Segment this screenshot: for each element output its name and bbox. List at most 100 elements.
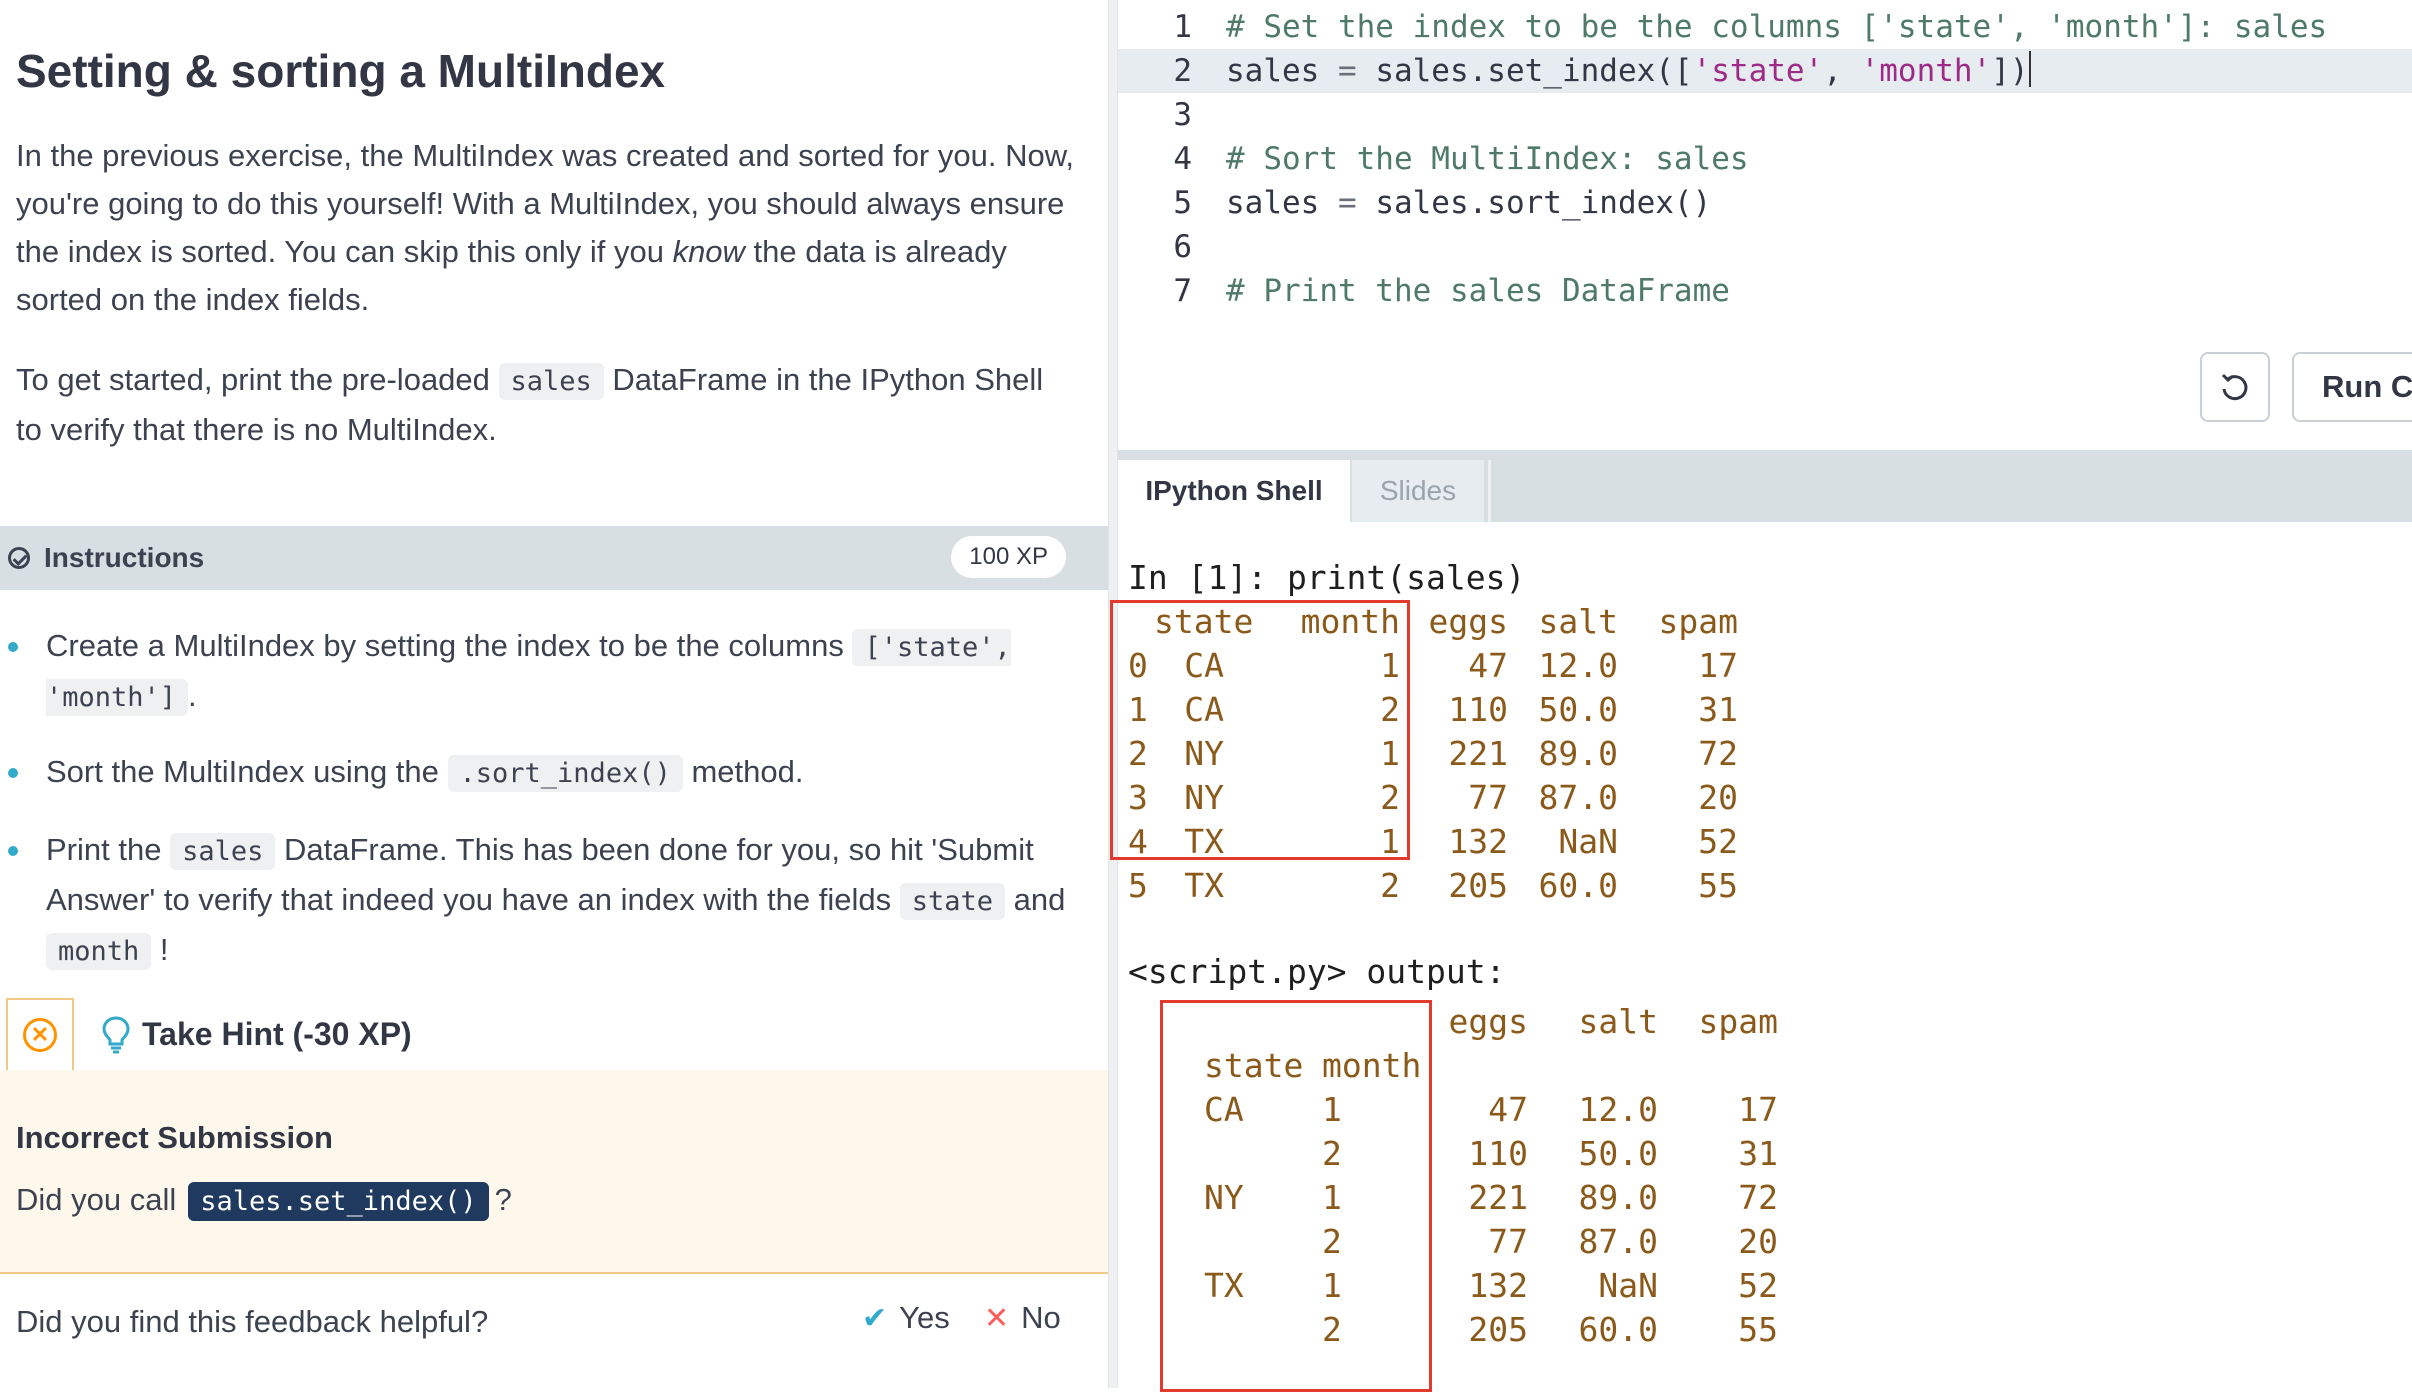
table-cell: 2 (1380, 690, 1400, 729)
table-cell: 87.0 (1538, 778, 1618, 817)
table-cell: 77 (1468, 778, 1508, 817)
index-level-state: TX (1204, 1266, 1244, 1305)
script-output-label: <script.py> output: (1128, 952, 1506, 991)
table-cell: 12.0 (1578, 1090, 1658, 1129)
table-cell: 20 (1698, 778, 1738, 817)
column-header: eggs (1428, 602, 1508, 641)
table-cell: 47 (1488, 1090, 1528, 1129)
table-cell: TX (1184, 822, 1224, 861)
column-header: state (1154, 602, 1254, 641)
inline-code: month (46, 933, 152, 970)
index-level-month: 1 (1322, 1266, 1342, 1305)
code-line-active: 2 sales = sales.set_index(['state', 'mont… (1118, 49, 2412, 93)
table-cell: 55 (1698, 866, 1738, 905)
close-hint-button[interactable]: ✕ (6, 998, 74, 1070)
table-cell: 12.0 (1538, 646, 1618, 685)
index-level-state: CA (1204, 1090, 1244, 1129)
take-hint-button[interactable]: Take Hint (-30 XP) (142, 1016, 412, 1053)
table-cell: 20 (1738, 1222, 1778, 1261)
close-icon: ✕ (23, 1018, 57, 1052)
instruction-item-3: Print the sales DataFrame. This has been… (46, 826, 1086, 976)
inline-code: state (899, 883, 1006, 920)
feedback-helpful-question: Did you find this feedback helpful? (16, 1304, 489, 1339)
instructions-label: Instructions (44, 542, 205, 573)
table-cell: TX (1184, 866, 1224, 905)
table-cell: CA (1184, 646, 1224, 685)
intro-paragraph-2: To get started, print the pre-loaded sal… (16, 362, 1044, 447)
column-header: eggs (1448, 1002, 1528, 1041)
bullet-icon (8, 642, 18, 652)
xp-badge: 100 XP (951, 536, 1066, 578)
reset-button[interactable] (2200, 352, 2270, 422)
table-cell: 132 (1448, 822, 1508, 861)
run-code-button[interactable]: Run Code (2292, 352, 2412, 422)
table-cell: 47 (1468, 646, 1508, 685)
column-header: month (1300, 602, 1400, 641)
index-level-state: NY (1204, 1178, 1244, 1217)
check-circle-icon (8, 547, 30, 569)
table-cell: 52 (1738, 1266, 1778, 1305)
reset-icon (2221, 373, 2248, 401)
shell-divider[interactable] (1118, 450, 2412, 460)
inline-code: .sort_index() (447, 755, 683, 792)
table-cell: 87.0 (1578, 1222, 1658, 1261)
table-cell: NY (1184, 734, 1224, 773)
instructions-header: Instructions 100 XP (0, 526, 1108, 590)
bullet-icon (8, 768, 18, 778)
table-cell: 31 (1698, 690, 1738, 729)
cross-icon: ✕ (984, 1301, 1010, 1335)
code-line: 4 # Sort the MultiIndex: sales (1173, 141, 1749, 177)
column-header: salt (1538, 602, 1618, 641)
index-name: month (1322, 1046, 1422, 1085)
table-cell: 50.0 (1538, 690, 1618, 729)
yes-button[interactable]: ✔ Yes (862, 1300, 950, 1336)
table-cell: 110 (1448, 690, 1508, 729)
intro-paragraph-1: In the previous exercise, the MultiIndex… (16, 138, 1074, 317)
column-header: spam (1698, 1002, 1778, 1041)
index-level-month: 2 (1322, 1310, 1342, 1349)
shell-tabs: IPython Shell Slides (1118, 460, 2412, 522)
table-cell: 132 (1468, 1266, 1528, 1305)
exercise-title: Setting & sorting a MultiIndex (16, 45, 666, 97)
instruction-item-1: Create a MultiIndex by setting the index… (46, 622, 1086, 722)
feedback-code: sales.set_index() (188, 1182, 489, 1221)
no-button[interactable]: ✕ No (984, 1300, 1061, 1336)
text-cursor (2028, 51, 2031, 87)
code-line: 1 # Set the index to be the columns ['sta… (1173, 9, 2328, 45)
index-level-month: 2 (1322, 1134, 1342, 1173)
table-cell: 60.0 (1578, 1310, 1658, 1349)
tab-slides[interactable]: Slides (1352, 460, 1484, 522)
tab-separator (1488, 460, 1491, 522)
table-cell: 2 (1380, 866, 1400, 905)
table-cell: 205 (1468, 1310, 1528, 1349)
table-cell: 1 (1380, 734, 1400, 773)
table-cell: 205 (1448, 866, 1508, 905)
table-cell: 17 (1698, 646, 1738, 685)
checkmark-icon: ✔ (862, 1301, 888, 1335)
code-line: 3 (1173, 97, 1192, 133)
column-header: spam (1658, 602, 1738, 641)
table-cell: 89.0 (1578, 1178, 1658, 1217)
code-line: 6 (1173, 229, 1192, 265)
table-cell: 72 (1738, 1178, 1778, 1217)
table-cell: NaN (1558, 822, 1618, 861)
bullet-icon (8, 846, 18, 856)
code-line: 7 # Print the sales DataFrame (1173, 273, 1730, 309)
index-level-month: 2 (1322, 1222, 1342, 1261)
table-cell: NaN (1598, 1266, 1658, 1305)
ipython-shell[interactable]: In [1]: print(sales) state month eggs salt s… (1110, 522, 2412, 1392)
table-cell: CA (1184, 690, 1224, 729)
tab-ipython-shell[interactable]: IPython Shell (1118, 460, 1350, 522)
table-cell: 77 (1488, 1222, 1528, 1261)
code-line: 5 sales = sales.sort_index() (1173, 185, 1712, 221)
table-cell: 72 (1698, 734, 1738, 773)
lightbulb-icon (102, 1016, 130, 1054)
index-level-month: 1 (1322, 1090, 1342, 1129)
shell-prompt: In [1]: print(sales) (1128, 558, 1526, 597)
table-cell: 50.0 (1578, 1134, 1658, 1173)
table-cell: 55 (1738, 1310, 1778, 1349)
feedback-title: Incorrect Submission (16, 1120, 333, 1155)
table-cell: 52 (1698, 822, 1738, 861)
instruction-item-2: Sort the MultiIndex using the .sort_inde… (46, 748, 1086, 798)
hint-bar: ✕ Take Hint (-30 XP) (0, 998, 1108, 1072)
